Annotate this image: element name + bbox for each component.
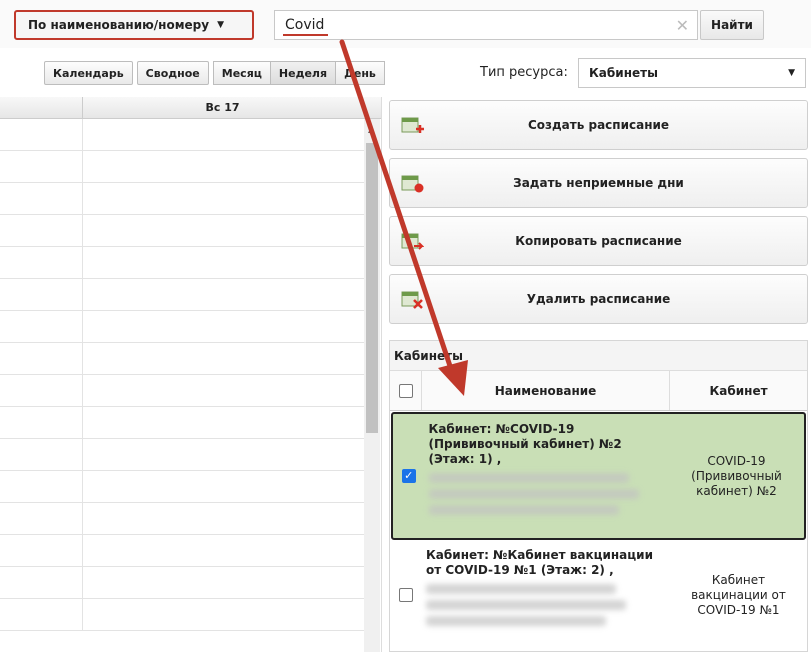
cabinets-panel: Кабинеты Наименование Кабинет ✓ Кабинет:… [389, 340, 808, 652]
search-mode-label: По наименованию/номеру [28, 18, 210, 32]
schedule-actions: Создать расписание Задать неприемные дни… [389, 100, 808, 332]
row-name-cell: Кабинет: №COVID-19 (Прививочный кабинет)… [425, 414, 669, 538]
row-name: Кабинет: №COVID-19 (Прививочный кабинет)… [428, 422, 622, 466]
time-slot[interactable] [0, 439, 364, 471]
calendar-copy-icon [401, 233, 424, 250]
set-nonworking-days-label: Задать неприемные дни [513, 176, 684, 190]
time-slot[interactable] [0, 119, 364, 151]
view-calendar-button[interactable]: Календарь [44, 61, 133, 85]
search-mode-dropdown[interactable]: По наименованию/номеру ▼ [14, 10, 254, 40]
row-cabinet: Кабинет вакцинации от COVID-19 №1 [691, 572, 786, 617]
time-slot[interactable] [0, 407, 364, 439]
view-summary-button[interactable]: Сводное [136, 61, 209, 85]
table-row[interactable]: ✓ Кабинет: №COVID-19 (Прививочный кабине… [391, 412, 806, 540]
time-slot[interactable] [0, 599, 364, 631]
resource-type-value: Кабинеты [589, 66, 658, 80]
time-slot[interactable] [0, 535, 364, 567]
select-all-checkbox[interactable] [398, 383, 413, 398]
time-slot[interactable] [0, 279, 364, 311]
time-slot[interactable] [0, 215, 364, 247]
cabinets-table-header: Наименование Кабинет [390, 371, 807, 411]
search-bar: По наименованию/номеру ▼ Covid ✕ Найти [0, 0, 811, 48]
copy-schedule-button[interactable]: Копировать расписание [389, 216, 808, 266]
row-name: Кабинет: №Кабинет вакцинации от COVID-19… [426, 548, 653, 577]
period-group: Месяц Неделя День [212, 61, 385, 85]
time-slot[interactable] [0, 471, 364, 503]
caret-down-icon: ▼ [217, 20, 224, 30]
calendar-grid: Вс 17 ▲ [0, 97, 382, 652]
row-cabinet: COVID-19 (Прививочный кабинет) №2 [691, 453, 782, 498]
time-slot[interactable] [0, 183, 364, 215]
delete-schedule-label: Удалить расписание [526, 292, 671, 306]
resource-type-select[interactable]: Кабинеты ▼ [578, 58, 806, 88]
clear-icon[interactable]: ✕ [676, 16, 689, 35]
delete-schedule-button[interactable]: Удалить расписание [389, 274, 808, 324]
scrollbar-thumb[interactable] [366, 143, 378, 433]
day-header: Вс 17 [82, 97, 362, 119]
row-checkbox[interactable]: ✓ [401, 469, 416, 483]
scroll-up-icon[interactable]: ▲ [368, 125, 374, 134]
time-slot[interactable] [0, 567, 364, 599]
view-day-button[interactable]: День [336, 61, 385, 85]
time-slot[interactable] [0, 375, 364, 407]
search-query: Covid [282, 17, 329, 36]
view-week-button[interactable]: Неделя [270, 61, 337, 85]
create-schedule-label: Создать расписание [527, 118, 670, 132]
time-slot[interactable] [0, 247, 364, 279]
caret-down-icon: ▼ [788, 68, 795, 78]
time-slot[interactable] [0, 343, 364, 375]
row-checkbox[interactable] [399, 588, 413, 602]
column-header-name[interactable]: Наименование [422, 371, 670, 410]
time-slot[interactable] [0, 503, 364, 535]
copy-schedule-label: Копировать расписание [515, 234, 682, 248]
time-slot[interactable] [0, 311, 364, 343]
set-nonworking-days-button[interactable]: Задать неприемные дни [389, 158, 808, 208]
find-button[interactable]: Найти [700, 10, 764, 40]
table-row[interactable]: Кабинет: №Кабинет вакцинации от COVID-19… [390, 540, 807, 650]
calendar-header: Вс 17 [0, 97, 381, 119]
cabinets-title: Кабинеты [390, 341, 807, 371]
time-slot[interactable] [0, 151, 364, 183]
create-schedule-button[interactable]: Создать расписание [389, 100, 808, 150]
resource-type-label: Тип ресурса: [480, 65, 568, 80]
calendar-delete-icon [401, 291, 423, 309]
row-name-cell: Кабинет: №Кабинет вакцинации от COVID-19… [422, 540, 670, 650]
view-month-button[interactable]: Месяц [212, 61, 271, 85]
calendar-add-icon [401, 117, 424, 133]
search-input[interactable]: Covid ✕ [274, 10, 698, 40]
column-header-cabinet[interactable]: Кабинет [670, 371, 807, 410]
calendar-block-icon [401, 175, 424, 193]
calendar-scrollbar[interactable]: ▲ [364, 119, 380, 652]
view-switcher: Календарь Сводное Месяц Неделя День [44, 61, 385, 85]
